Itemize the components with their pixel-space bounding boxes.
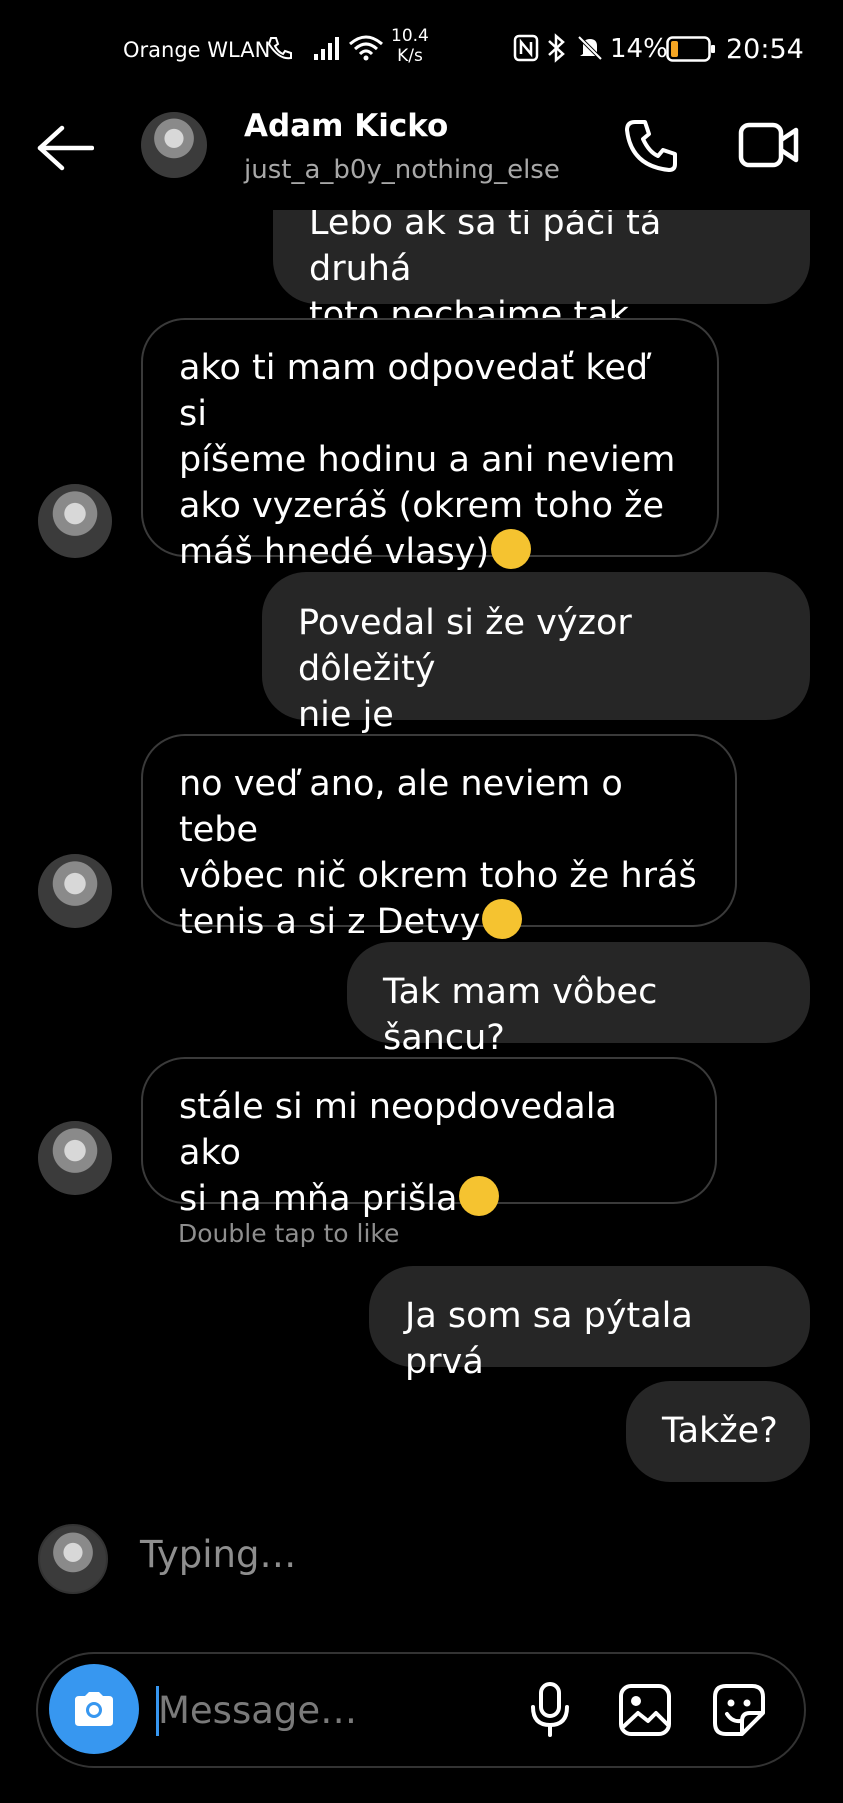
network-speed-value: 10.4 [391,26,429,46]
clock: 20:54 [726,34,804,65]
message-line: ako vyzeráš (okrem toho že [179,486,665,526]
network-speed-unit: K/s [397,46,423,66]
message-line: máš hnedé vlasy) [179,529,681,575]
message-line-text: máš hnedé vlasy) [179,532,490,572]
camera-icon [75,1692,113,1726]
sender-avatar[interactable] [38,1121,112,1195]
status-bar: Orange WLAN 10.4 K/s 14% 20:54 [0,0,843,100]
sender-avatar[interactable] [38,854,112,928]
message-line: no veď ano, ale neviem o tebe [179,764,623,850]
message-line: píšeme hodinu a ani neviem [179,440,676,480]
contact-username-overlay[interactable]: just_a_b0y_nothing_else [244,155,560,185]
network-speed: 10.4 K/s [391,26,429,66]
sweat-smile-emoji-icon [491,529,532,569]
typing-avatar [38,1524,108,1594]
microphone-icon[interactable] [528,1681,572,1739]
message-line-text: tenis a si z Detvy [179,902,481,942]
message-line: ako ti mam odpovedať keď si [179,348,649,434]
sticker-icon[interactable] [712,1683,766,1737]
camera-button[interactable] [49,1664,139,1754]
message-line-text: si na mňa prišla [179,1179,458,1219]
bell-muted-icon [577,35,603,61]
header-avatar-overlay[interactable] [141,112,207,178]
wifi-calling-icon [267,37,292,60]
message-line: Takže? [662,1411,778,1451]
video-call-icon[interactable] [738,120,800,170]
contact-name-overlay[interactable]: Adam Kicko [244,108,448,144]
battery-percent: 14% [610,34,668,64]
wifi-icon [349,35,383,61]
gallery-image-icon[interactable] [618,1683,672,1737]
sender-avatar[interactable] [38,484,112,558]
message-line: Tak mam vôbec šancu? [383,972,658,1058]
message-composer [36,1652,806,1768]
carrier-label: Orange WLAN [123,38,271,62]
sweat-smile-emoji-icon [459,1176,500,1216]
message-bubble-incoming[interactable]: no veď ano, ale neviem o tebe vôbec nič … [141,734,737,942]
battery-icon [666,36,715,62]
bluetooth-icon [548,33,565,63]
phone-call-icon[interactable] [623,118,679,174]
message-line: Lebo ak sa ti páči tá druhá [309,203,662,289]
message-line: stále si mi neopdovedala ako [179,1087,617,1173]
message-bubble-incoming[interactable]: ako ti mam odpovedať keď si píšeme hodin… [141,318,719,572]
message-bubble-outgoing[interactable]: Takže? [626,1381,810,1482]
message-line: vôbec nič okrem toho že hráš [179,856,697,896]
message-line: Ja som sa pýtala prvá [405,1296,693,1382]
sweat-smile-emoji-icon [482,899,523,939]
message-line: nie je [298,695,394,735]
typing-indicator: Typing… [140,1533,297,1576]
signal-bars-icon [314,37,339,60]
message-line: si na mňa prišla [179,1176,679,1222]
back-arrow-icon[interactable] [36,124,94,172]
message-input[interactable]: Message… [158,1689,357,1732]
nfc-icon [513,34,539,62]
message-bubble-outgoing[interactable]: Tak mam vôbec šancu? [347,942,810,1058]
message-bubble-outgoing[interactable]: Povedal si že výzor dôležitý nie je [262,572,810,735]
message-line: tenis a si z Detvy [179,899,699,945]
message-bubble-incoming[interactable]: stále si mi neopdovedala ako si na mňa p… [141,1057,717,1219]
message-line: Povedal si že výzor dôležitý [298,603,632,689]
message-bubble-outgoing[interactable]: Ja som sa pýtala prvá [369,1266,810,1382]
double-tap-hint: Double tap to like [178,1219,400,1248]
